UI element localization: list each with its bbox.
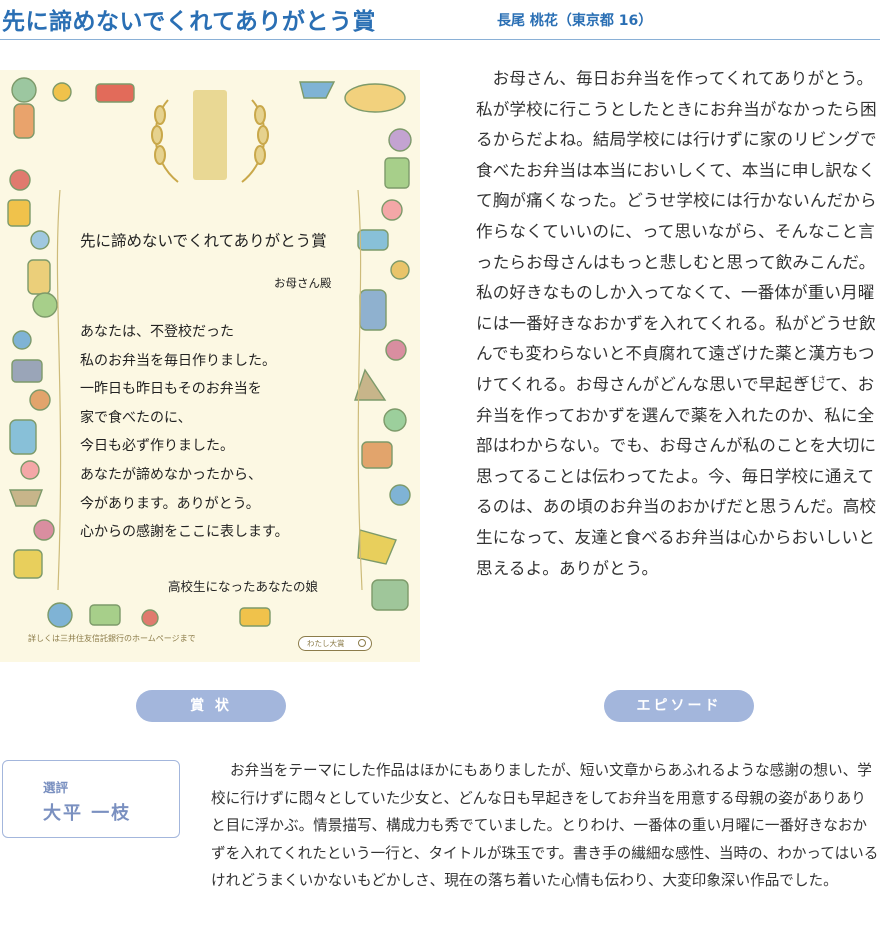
award-title: 先に諦めないでくれてありがとう賞 (2, 9, 376, 35)
certificate-footer: 詳しくは三井住友信託銀行のホームページまで (28, 634, 196, 643)
certificate-line: 今があります。ありがとう。 (80, 495, 260, 512)
header: 先に諦めないでくれてありがとう賞 長尾 桃花（東京都 16） (0, 0, 880, 40)
certificate-search-label: わたし大賞 (307, 639, 345, 648)
certificate-line: 一昨日も昨日もそのお弁当を (80, 381, 262, 398)
episode-text: お母さん、毎日お弁当を作ってくれてありがとう。私が学校に行こうとしたときにお弁当… (476, 69, 877, 578)
certificate-recipient: お母さん殿 (274, 276, 332, 290)
search-icon (358, 639, 366, 647)
judge-box: 選評 大平 一枝 (2, 760, 180, 838)
certificate-line: あなたは、不登校だった (80, 324, 234, 340)
certificate: 先に諦めないでくれてありがとう賞 お母さん殿 あなたは、不登校だった 私のお弁当… (0, 70, 420, 662)
author-info: 長尾 桃花（東京都 16） (497, 13, 653, 29)
judge-name: 大平 一枝 (43, 803, 132, 824)
judge-role: 選評 (43, 780, 69, 795)
certificate-line: 私のお弁当を毎日作りました。 (80, 352, 276, 369)
review-text: お弁当をテーマにした作品はほかにもありましたが、短い文章からあふれるような感謝の… (211, 762, 879, 890)
certificate-label: 賞 状 (136, 690, 286, 722)
episode-label: エピソード (604, 690, 754, 722)
certificate-line: あなたが諦めなかったから、 (80, 466, 262, 483)
certificate-search-box: わたし大賞 (298, 636, 372, 651)
certificate-signature: 高校生になったあなたの娘 (168, 579, 319, 594)
certificate-line: 家で食べたのに、 (80, 409, 192, 426)
certificate-heading: 先に諦めないでくれてありがとう賞 (80, 232, 327, 250)
certificate-line: 今日も必ず作りました。 (80, 438, 234, 455)
certificate-line: 心からの感謝をここに表します。 (80, 524, 289, 541)
certificate-body: あなたは、不登校だった 私のお弁当を毎日作りました。 一昨日も昨日もそのお弁当を… (80, 318, 289, 547)
laurel-logo-icon (151, 90, 269, 183)
